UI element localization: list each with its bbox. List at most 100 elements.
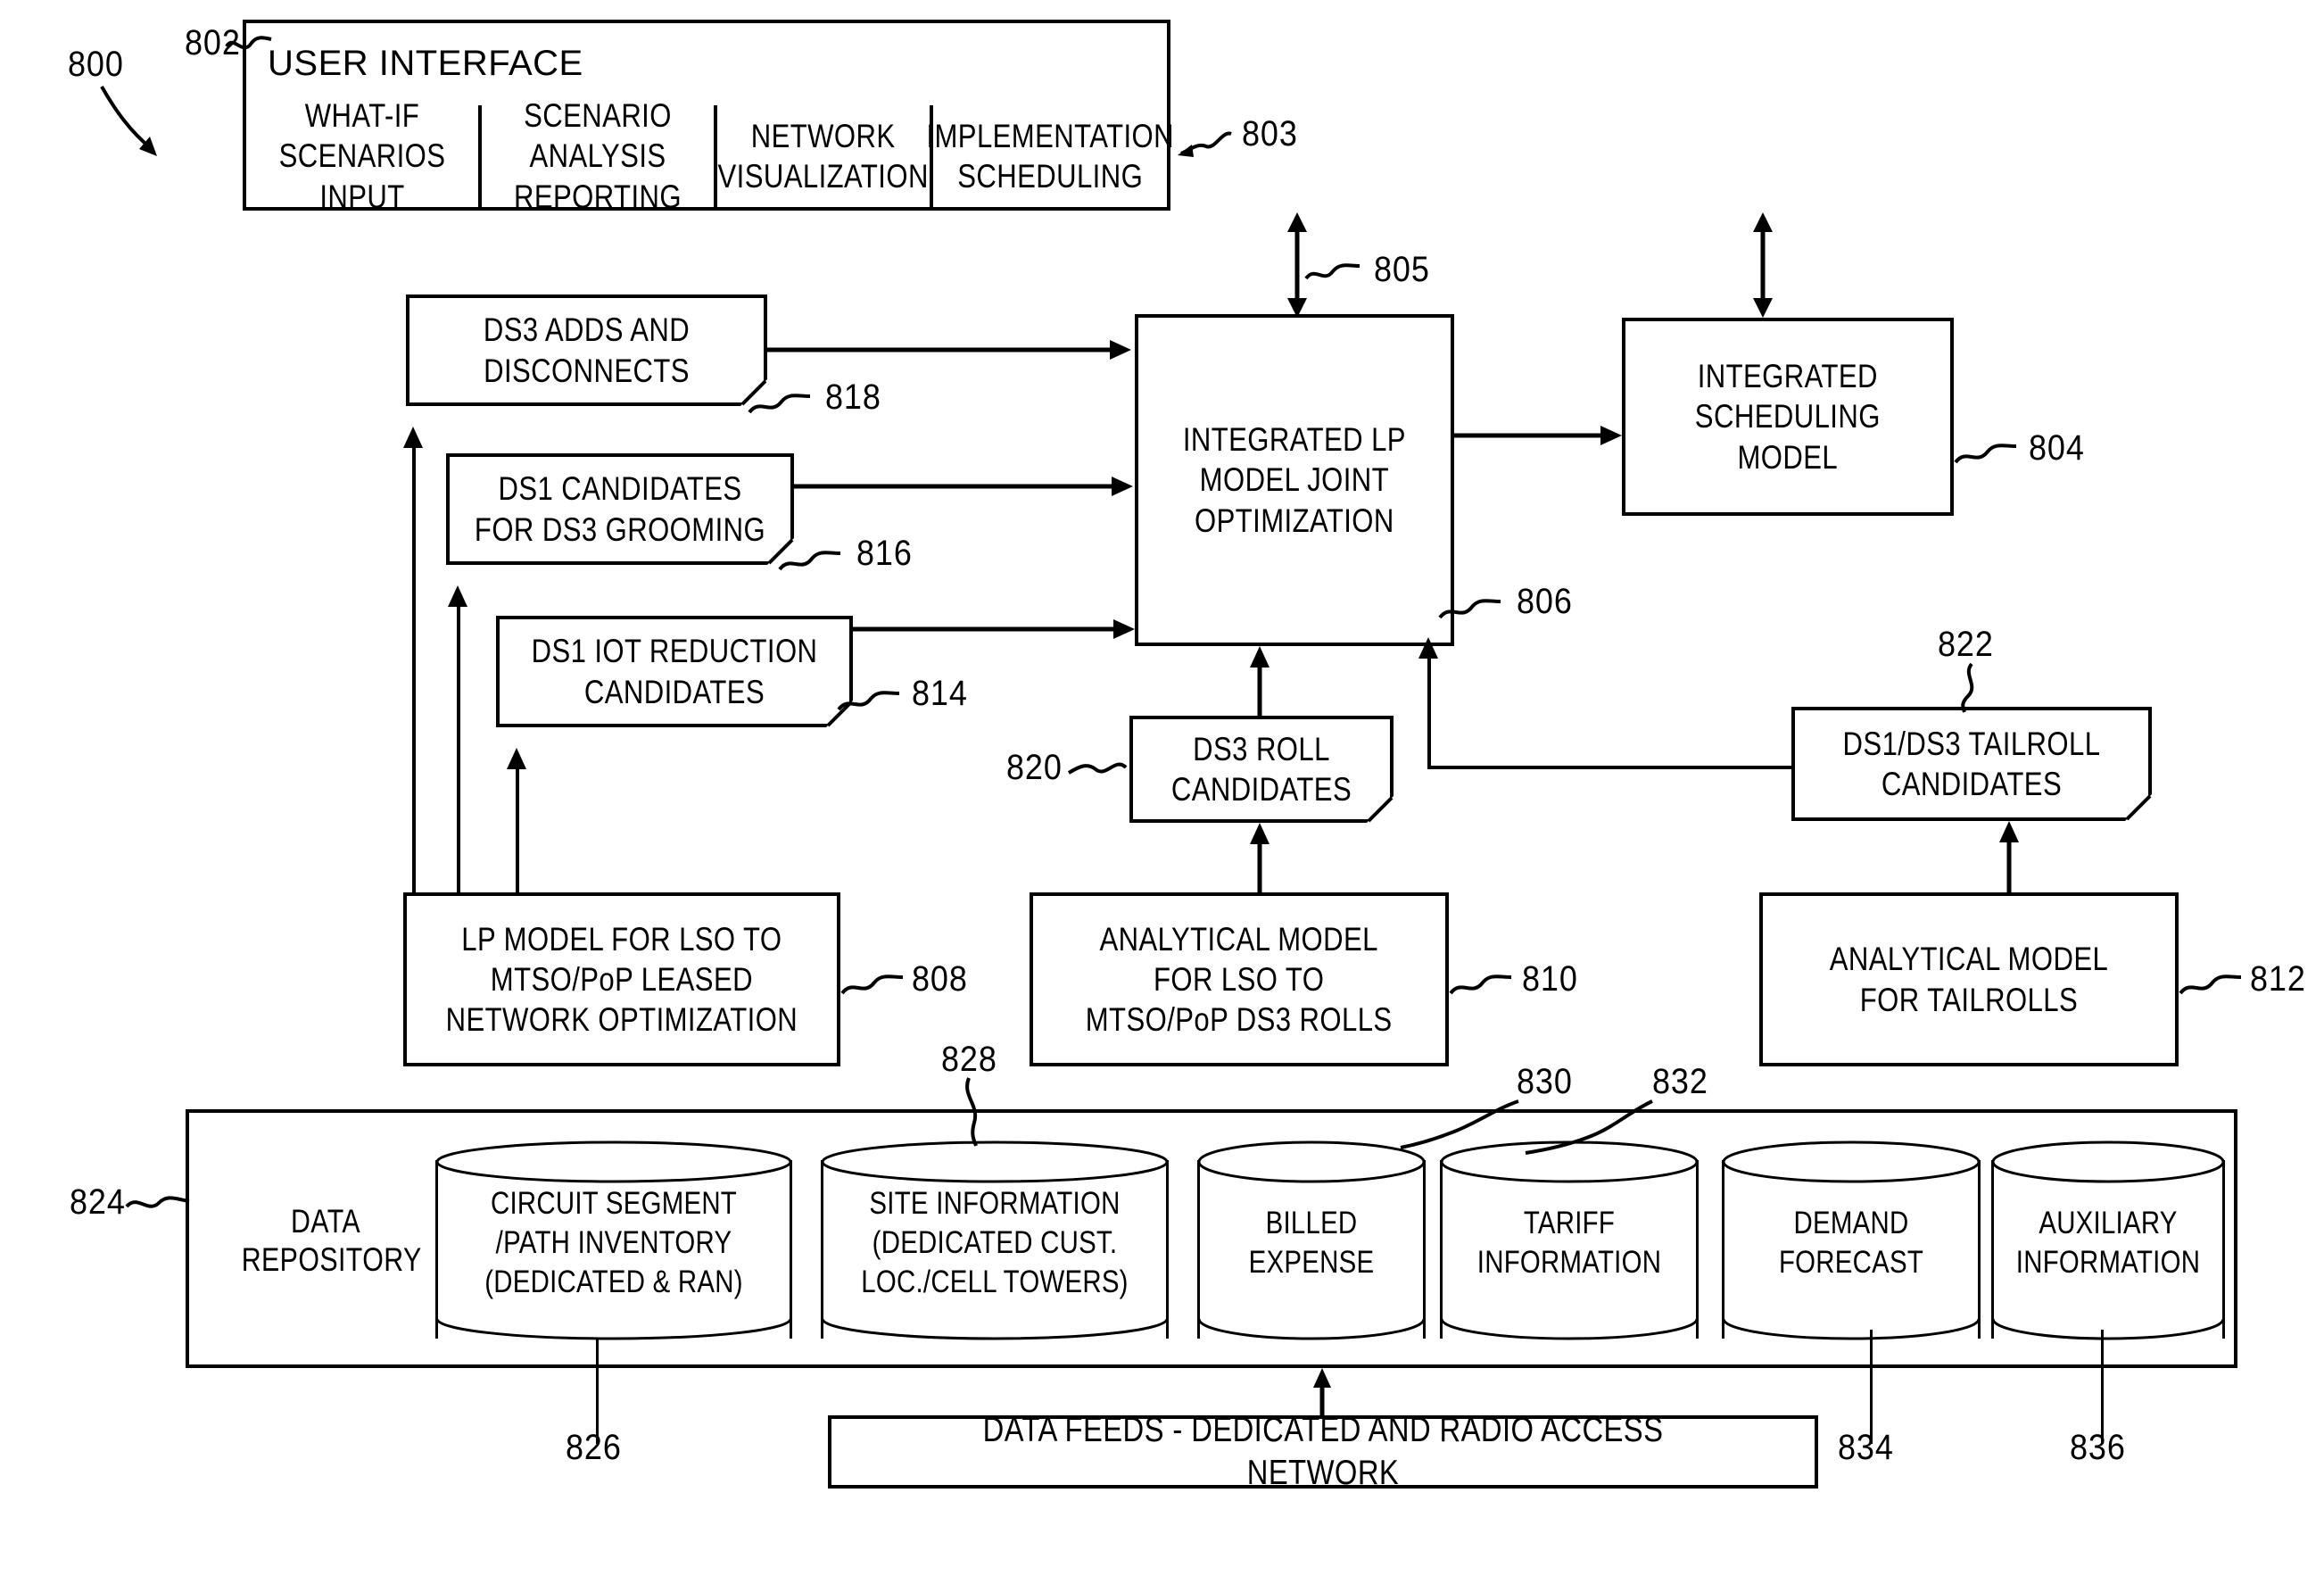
node-data-feeds: DATA FEEDS - DEDICATED AND RADIO ACCESS … [828,1411,1818,1492]
arrowhead-822-to-806 [1418,637,1438,659]
arrow-810-to-820 [1250,823,1270,894]
node-analytical-model-tailrolls: ANALYTICAL MODEL FOR TAILROLLS [1759,892,2179,1066]
node-label: INTEGRATED LP MODEL JOINT OPTIMIZATION [1182,421,1407,539]
node-integrated-scheduling-model: INTEGRATED SCHEDULING MODEL [1622,318,1954,516]
node-ds3-roll-candidates: DS3 ROLL CANDIDATES [1129,716,1394,823]
arrow-812-to-822 [1999,821,2019,894]
node-label: INTEGRATED SCHEDULING MODEL [1694,358,1881,476]
ref-806-leader [1438,599,1501,619]
node-ds1-candidates-ds3-grooming: DS1 CANDIDATES FOR DS3 GROOMING [446,453,794,565]
tab-label: SCENARIO ANALYSIS REPORTING [513,97,682,215]
ref-803: 803 [1242,114,1298,153]
node-label: DS3 ADDS AND DISCONNECTS [483,311,691,389]
tab-label: IMPLEMENTATION SCHEDULING [926,117,1174,195]
node-ds1-iot-reduction-candidates: DS1 IOT REDUCTION CANDIDATES [496,616,853,727]
ref-805: 805 [1374,250,1430,289]
ref-812-leader [2179,974,2242,995]
ref-832-leader [1525,1099,1653,1155]
tab-network-visualization[interactable]: NETWORK VISUALIZATION [717,105,933,211]
node-lp-model-lso: LP MODEL FOR LSO TO MTSO/PoP LEASED NETW… [403,892,840,1066]
tab-label: WHAT-IF SCENARIOS INPUT [278,97,446,215]
store-label: AUXILIARY INFORMATION [2015,1206,2201,1280]
arrow-816-to-806 [794,477,1133,496]
node-label: DS3 ROLL CANDIDATES [1170,730,1352,808]
arrow-ui-to-scheduling [1753,212,1773,318]
store-auxiliary-information: AUXILIARY INFORMATION [1991,1140,2225,1340]
node-integrated-lp-model: INTEGRATED LP MODEL JOINT OPTIMIZATION [1135,314,1454,646]
arrow-820-to-806 [1250,646,1270,717]
store-label: SITE INFORMATION (DEDICATED CUST. LOC./C… [861,1186,1129,1299]
connector-822-horizontal [1427,766,1793,769]
store-label: CIRCUIT SEGMENT /PATH INVENTORY (DEDICAT… [484,1186,743,1299]
node-label: LP MODEL FOR LSO TO MTSO/PoP LEASED NETW… [445,920,798,1039]
store-circuit-segment-path-inventory: CIRCUIT SEGMENT /PATH INVENTORY (DEDICAT… [435,1140,792,1340]
ref-834-leader-line [1870,1330,1873,1444]
node-label: ANALYTICAL MODEL FOR TAILROLLS [1829,941,2109,1018]
ref-822: 822 [1938,625,1994,664]
node-ds3-adds-and-disconnects: DS3 ADDS AND DISCONNECTS [406,294,767,406]
arrow-814-to-806 [853,619,1135,639]
ref-834: 834 [1838,1428,1894,1467]
ref-828: 828 [941,1040,997,1079]
doc-fold-icon [2125,794,2152,821]
ref-818: 818 [825,377,881,417]
connector-808-to-814-vert [516,760,519,894]
data-repository-label: DATA REPOSITORY [241,1203,422,1278]
ref-806: 806 [1517,582,1573,621]
figure-lead-arrow [100,86,157,156]
ref-802-leader [225,36,272,50]
ref-830: 830 [1517,1062,1573,1101]
store-tariff-information: TARIFF INFORMATION [1440,1140,1699,1340]
ref-808-leader [840,974,904,995]
store-label: DEMAND FORECAST [1778,1206,1924,1280]
arrowhead-808-to-816 [448,585,467,607]
node-label: DS1 CANDIDATES FOR DS3 GROOMING [474,470,766,548]
store-billed-expense: BILLED EXPENSE [1197,1140,1426,1340]
ref-820-leader [1067,762,1128,775]
ref-828-leader [965,1077,978,1147]
connector-808-to-816-vert [457,598,460,894]
ref-836: 836 [2070,1428,2126,1467]
tab-what-if-scenarios-input[interactable]: WHAT-IF SCENARIOS INPUT [243,97,482,215]
store-label: TARIFF INFORMATION [1476,1206,1662,1280]
arrow-806-to-804 [1454,426,1622,445]
ref-810-leader [1449,974,1512,995]
ref-804: 804 [2029,428,2085,468]
tab-implementation-scheduling[interactable]: IMPLEMENTATION SCHEDULING [926,105,1173,211]
ref-814-leader [837,691,900,711]
arrow-datafeeds-to-repository [1313,1368,1331,1418]
store-label: BILLED EXPENSE [1248,1206,1375,1280]
node-label: DS1/DS3 TAILROLL CANDIDATES [1842,725,2101,802]
ref-820: 820 [1006,748,1063,787]
tab-label: NETWORK VISUALIZATION [717,117,930,195]
store-demand-forecast: DEMAND FORECAST [1722,1140,1981,1340]
ref-816: 816 [856,534,913,573]
arrowhead-808-to-818 [403,427,423,448]
ref-836-leader-line [2101,1330,2104,1444]
node-ds1-ds3-tailroll-candidates: DS1/DS3 TAILROLL CANDIDATES [1791,707,2152,821]
node-analytical-model-lso: ANALYTICAL MODEL FOR LSO TO MTSO/PoP DS3… [1030,892,1449,1066]
arrowhead-808-to-814 [507,748,526,769]
ref-818-leader [748,394,811,414]
ref-810: 810 [1522,959,1578,999]
ref-803-leader [1178,131,1232,157]
ref-824: 824 [70,1182,126,1222]
patent-figure: 800 USER INTERFACE 802 WHAT-IF SCENARIOS… [0,0,2324,1584]
store-site-information: SITE INFORMATION (DEDICATED CUST. LOC./C… [821,1140,1169,1340]
arrow-818-to-806 [767,340,1131,360]
ref-814: 814 [912,674,968,713]
ref-804-leader [1954,444,2017,464]
user-interface-title: USER INTERFACE [268,44,583,83]
ref-832: 832 [1652,1062,1708,1101]
ref-808: 808 [912,959,968,999]
tab-scenario-analysis-reporting[interactable]: SCENARIO ANALYSIS REPORTING [482,97,717,215]
node-label: DS1 IOT REDUCTION CANDIDATES [531,633,818,710]
connector-808-to-818-vert [412,439,416,894]
ref-826: 826 [566,1428,622,1467]
ref-812: 812 [2250,959,2306,999]
node-label: DATA FEEDS - DEDICATED AND RADIO ACCESS … [982,1411,1664,1492]
node-label: ANALYTICAL MODEL FOR LSO TO MTSO/PoP DS3… [1086,920,1393,1039]
connector-822-vertical [1427,648,1431,767]
ref-805-leader [1304,263,1360,280]
ref-824-leader [125,1196,190,1208]
